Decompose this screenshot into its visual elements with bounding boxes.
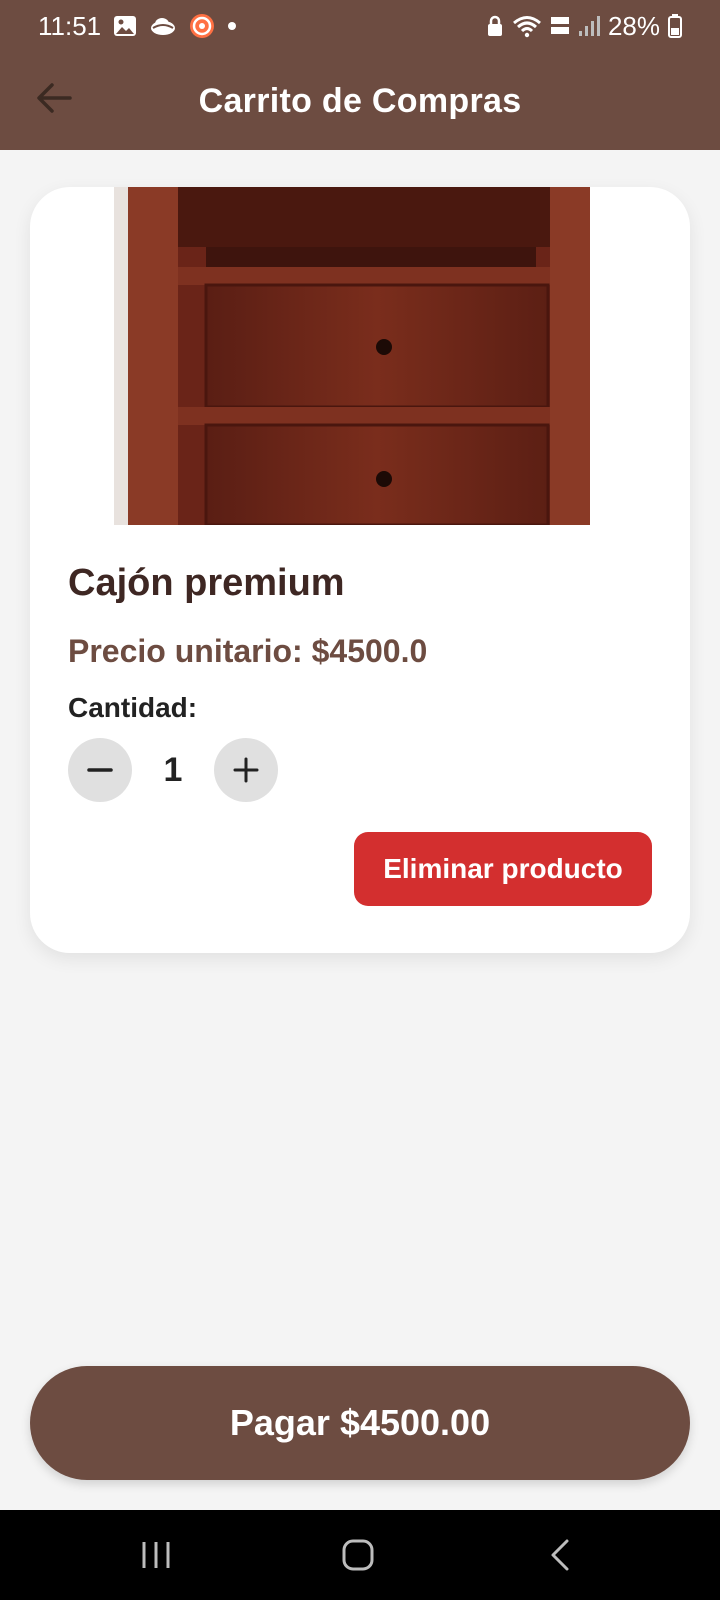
wifi-icon bbox=[512, 14, 542, 38]
app-notification-icon bbox=[189, 13, 215, 39]
dot-icon bbox=[227, 21, 237, 31]
pay-button[interactable]: Pagar $4500.00 bbox=[30, 1366, 690, 1480]
volte-icon bbox=[550, 15, 570, 37]
quantity-value: 1 bbox=[163, 750, 183, 789]
increase-quantity-button[interactable] bbox=[214, 738, 278, 802]
battery-percent: 28% bbox=[607, 10, 660, 41]
unit-price: Precio unitario: $4500.0 bbox=[68, 633, 428, 669]
system-nav-bar bbox=[0, 1510, 720, 1600]
cloud-icon bbox=[149, 16, 177, 36]
recent-apps-icon bbox=[142, 1542, 170, 1568]
quantity-label: Cantidad: bbox=[68, 692, 198, 723]
signal-icon bbox=[578, 15, 600, 37]
remove-product-button[interactable]: Eliminar producto bbox=[354, 832, 652, 906]
image-icon bbox=[113, 15, 137, 37]
status-bar: 11:51 28% bbox=[0, 0, 720, 52]
back-button[interactable] bbox=[30, 74, 78, 122]
chevron-left-icon bbox=[551, 1539, 569, 1571]
status-time: 11:51 bbox=[38, 10, 102, 41]
recent-apps-button[interactable] bbox=[126, 1530, 186, 1580]
toolbar: Carrito de Compras bbox=[0, 52, 720, 150]
app-bar: 11:51 28% Carrito de Compras bbox=[0, 0, 720, 150]
product-name: Cajón premium bbox=[68, 562, 345, 604]
battery-icon bbox=[668, 14, 682, 38]
home-icon bbox=[342, 1539, 374, 1571]
page-title: Carrito de Compras bbox=[198, 81, 522, 120]
arrow-left-icon bbox=[37, 83, 72, 113]
nav-back-button[interactable] bbox=[530, 1530, 590, 1580]
minus-icon bbox=[87, 768, 113, 772]
product-image bbox=[114, 187, 590, 525]
quantity-stepper: 1 bbox=[68, 738, 278, 802]
home-button[interactable] bbox=[328, 1530, 388, 1580]
lock-icon bbox=[486, 15, 504, 37]
decrease-quantity-button[interactable] bbox=[68, 738, 132, 802]
plus-icon bbox=[233, 757, 259, 783]
cart-item-card: Cajón premium Precio unitario: $4500.0 C… bbox=[30, 187, 690, 953]
